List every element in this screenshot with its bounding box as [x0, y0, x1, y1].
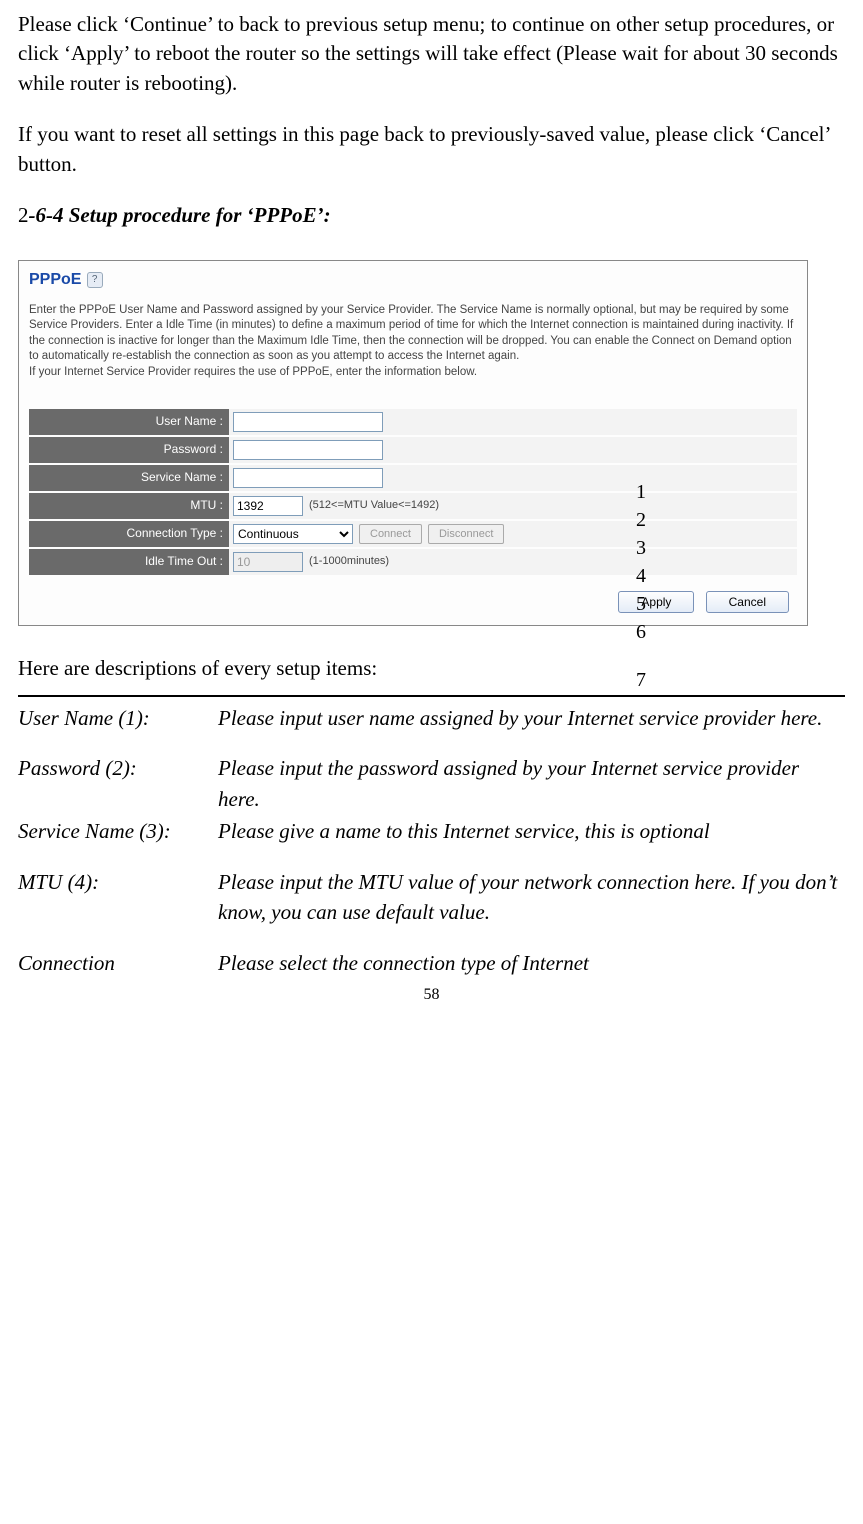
intro-paragraph-2: If you want to reset all settings in thi…: [18, 120, 845, 179]
annotation-6: 6: [636, 618, 646, 646]
input-password[interactable]: [233, 440, 383, 460]
table-row: Service Name (3):Please give a name to t…: [18, 816, 845, 866]
desc-term: Service Name (3):: [18, 816, 218, 866]
label-mtu: MTU :: [29, 493, 229, 519]
apply-button[interactable]: Apply: [618, 591, 694, 613]
label-service-name: Service Name :: [29, 465, 229, 491]
desc-term: User Name (1):: [18, 703, 218, 753]
label-idle-time: Idle Time Out :: [29, 549, 229, 575]
desc-text: Please input the password assigned by yo…: [218, 753, 845, 816]
help-icon[interactable]: ?: [87, 272, 103, 288]
button-row: Apply Cancel: [29, 591, 797, 613]
page-number: 58: [18, 984, 845, 1006]
connect-button[interactable]: Connect: [359, 524, 422, 544]
table-row: ConnectionPlease select the connection t…: [18, 948, 845, 980]
input-idle-time[interactable]: [233, 552, 303, 572]
table-row: User Name (1):Please input user name ass…: [18, 703, 845, 753]
select-connection-type[interactable]: Continuous: [233, 524, 353, 544]
disconnect-button[interactable]: Disconnect: [428, 524, 504, 544]
descriptions-intro: Here are descriptions of every setup ite…: [18, 654, 845, 683]
desc-term: Password (2):: [18, 753, 218, 816]
desc-text: Please input user name assigned by your …: [218, 703, 845, 753]
annotation-4: 4: [636, 562, 646, 590]
annotation-5: 5: [636, 590, 646, 618]
desc-term: Connection: [18, 948, 218, 980]
intro-paragraph-1: Please click ‘Continue’ to back to previ…: [18, 10, 845, 98]
heading-title: -6-4 Setup procedure for ‘PPPoE’:: [29, 203, 331, 227]
input-user-name[interactable]: [233, 412, 383, 432]
pppoe-panel: PPPoE ? Enter the PPPoE User Name and Pa…: [18, 260, 808, 625]
section-heading: 2-6-4 Setup procedure for ‘PPPoE’:: [18, 201, 845, 230]
annotation-2: 2: [636, 506, 646, 534]
desc-text: Please input the MTU value of your netwo…: [218, 867, 845, 948]
desc-text: Please give a name to this Internet serv…: [218, 816, 845, 866]
row-mtu: MTU : (512<=MTU Value<=1492): [29, 493, 797, 519]
label-password: Password :: [29, 437, 229, 463]
desc-term: MTU (4):: [18, 867, 218, 948]
heading-prefix: 2: [18, 203, 29, 227]
cancel-button[interactable]: Cancel: [706, 591, 789, 613]
pppoe-intro-text: Enter the PPPoE User Name and Password a…: [29, 303, 797, 381]
desc-text: Please select the connection type of Int…: [218, 948, 845, 980]
pppoe-screenshot: PPPoE ? Enter the PPPoE User Name and Pa…: [18, 260, 808, 625]
annotation-3: 3: [636, 534, 646, 562]
row-password: Password :: [29, 437, 797, 463]
table-row: MTU (4):Please input the MTU value of yo…: [18, 867, 845, 948]
row-idle-time: Idle Time Out : (1-1000minutes): [29, 549, 797, 575]
label-connection-type: Connection Type :: [29, 521, 229, 547]
row-connection-type: Connection Type : Continuous Connect Dis…: [29, 521, 797, 547]
divider: [18, 695, 845, 697]
row-service-name: Service Name :: [29, 465, 797, 491]
descriptions-table: User Name (1):Please input user name ass…: [18, 703, 845, 980]
label-user-name: User Name :: [29, 409, 229, 435]
row-user-name: User Name :: [29, 409, 797, 435]
table-row: Password (2):Please input the password a…: [18, 753, 845, 816]
annotation-1: 1: [636, 478, 646, 506]
pppoe-title: PPPoE: [29, 269, 81, 291]
mtu-hint: (512<=MTU Value<=1492): [309, 498, 439, 513]
idle-hint: (1-1000minutes): [309, 554, 389, 569]
annotation-7: 7: [636, 666, 646, 694]
input-mtu[interactable]: [233, 496, 303, 516]
input-service-name[interactable]: [233, 468, 383, 488]
